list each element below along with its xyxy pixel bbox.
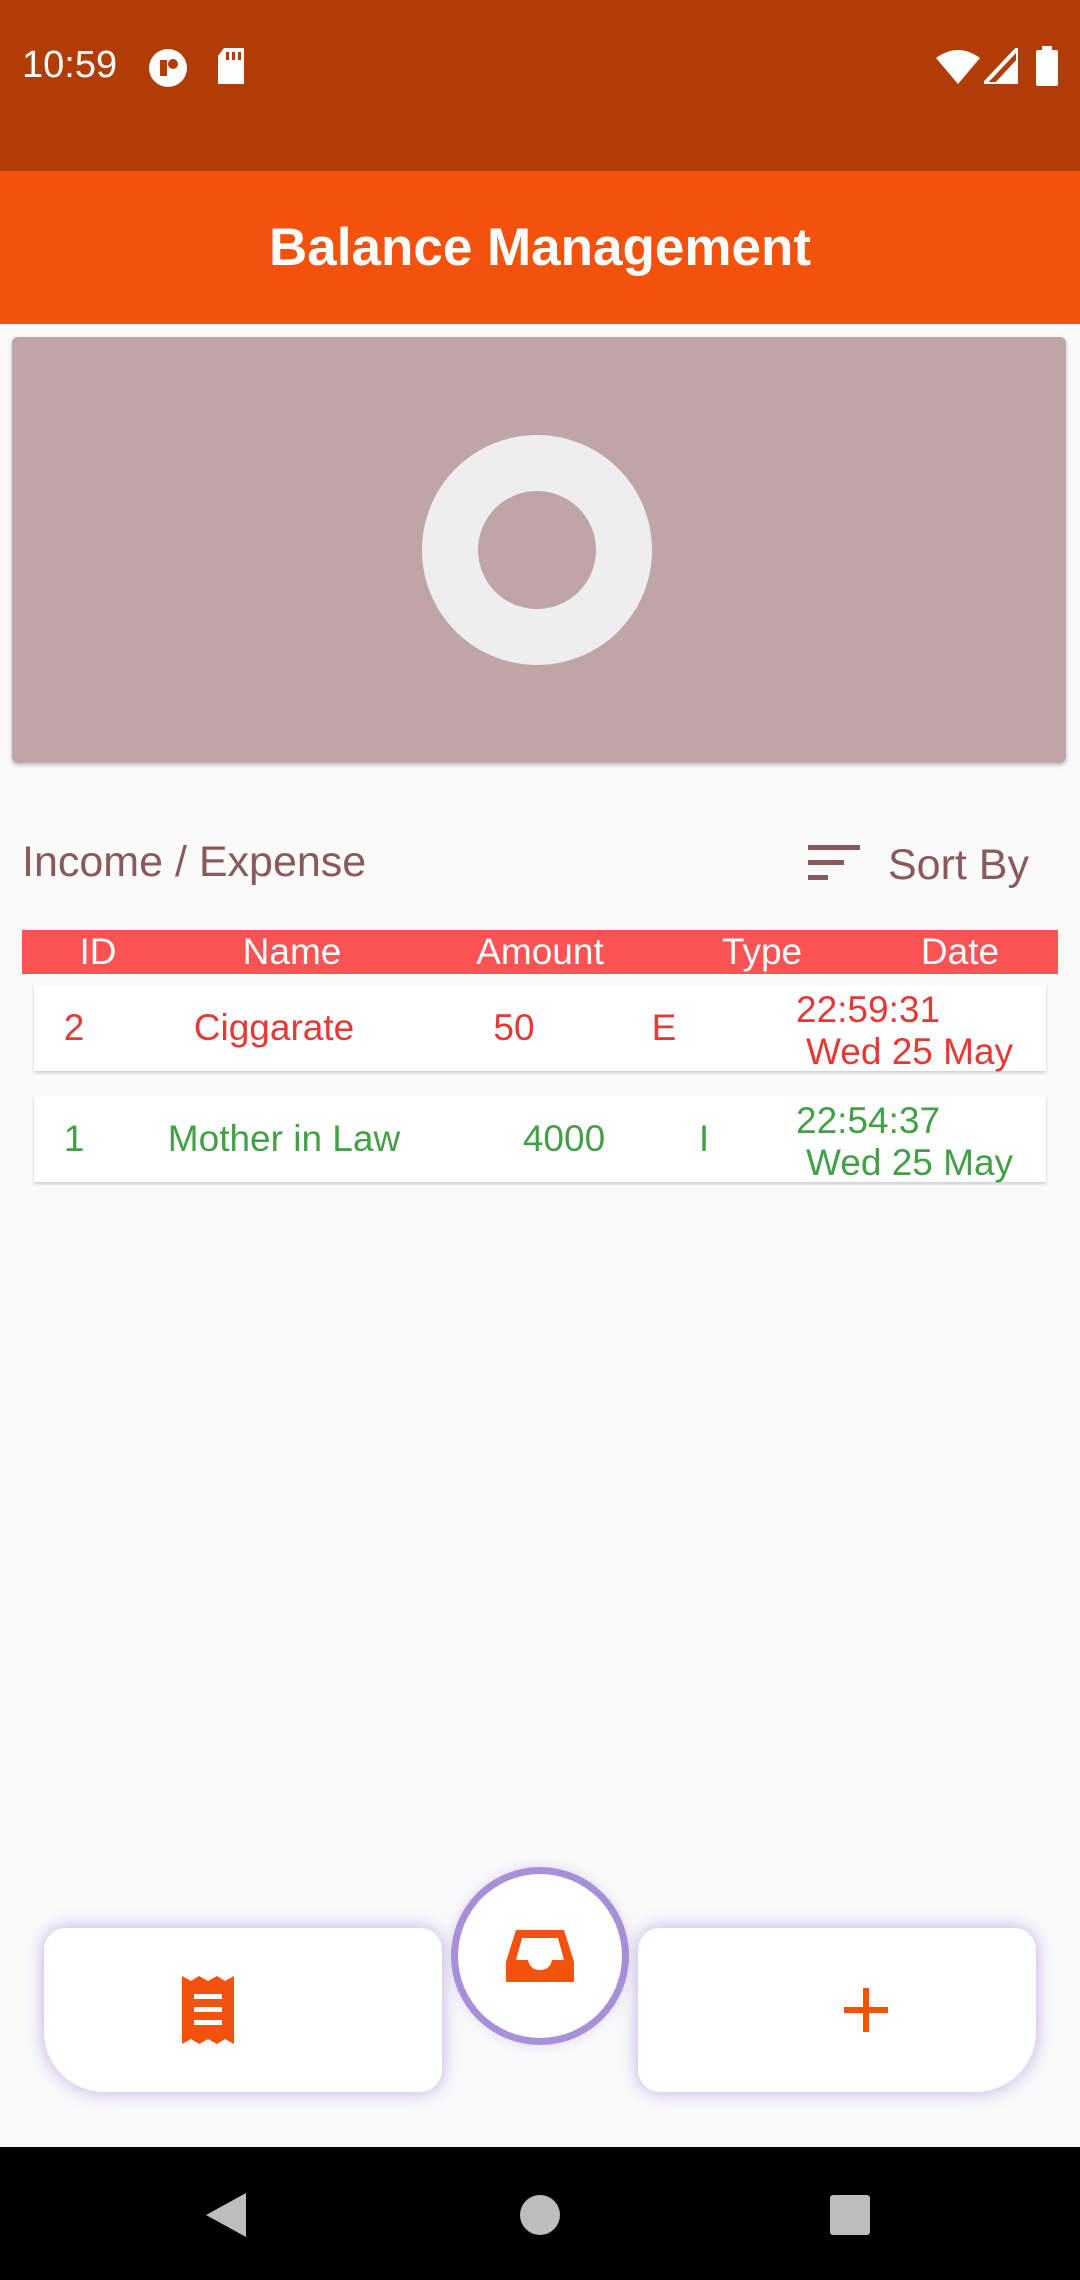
row-name: Ciggarate [193, 1007, 355, 1048]
row-amount: 4000 [522, 1118, 606, 1159]
home-icon[interactable] [520, 2195, 560, 2240]
row-type: E [651, 1007, 677, 1048]
sort-icon [808, 844, 860, 886]
row-type: I [698, 1118, 710, 1159]
row-date: 22:54:37 Wed 25 May [796, 1100, 1013, 1184]
sort-by-button[interactable]: Sort By [808, 835, 1048, 895]
inbox-button[interactable] [458, 1874, 622, 2038]
sd-card-icon [216, 48, 246, 89]
system-nav-bar [0, 2147, 1080, 2280]
column-header-date: Date [920, 931, 1000, 972]
column-header-type: Type [721, 931, 803, 972]
nav-right-panel [638, 1928, 1036, 2092]
row-id: 1 [63, 1118, 85, 1159]
donut-ring [422, 435, 652, 665]
row-date-text: Wed 25 May [806, 1031, 1014, 1072]
table-header: ID Name Amount Type Date [22, 930, 1058, 974]
table-row[interactable]: 2 Ciggarate 50 E 22:59:31 Wed 25 May [34, 985, 1046, 1073]
status-time: 10:59 [22, 44, 118, 86]
row-time-text: 22:59:31 [796, 989, 941, 1030]
nav-left-panel [44, 1928, 442, 2092]
status-bar: 10:59 [0, 0, 1080, 171]
row-time-text: 22:54:37 [796, 1100, 941, 1141]
chart-card [12, 337, 1066, 763]
row-name: Mother in Law [167, 1118, 401, 1159]
recents-icon[interactable] [830, 2195, 870, 2240]
battery-icon [1036, 46, 1058, 91]
add-icon[interactable] [844, 1988, 888, 2037]
notification-app-icon [148, 48, 188, 93]
row-date: 22:59:31 Wed 25 May [796, 989, 1013, 1073]
app-bar: Balance Management [0, 171, 1080, 324]
row-amount: 50 [493, 1007, 535, 1048]
section-label: Income / Expense [22, 838, 367, 886]
table-row[interactable]: 1 Mother in Law 4000 I 22:54:37 Wed 25 M… [34, 1096, 1046, 1184]
column-header-amount: Amount [476, 931, 604, 972]
column-header-id: ID [79, 931, 117, 972]
row-id: 2 [63, 1007, 85, 1048]
row-date-text: Wed 25 May [806, 1142, 1014, 1183]
donut-chart [422, 435, 652, 665]
bottom-nav [44, 1874, 1036, 2092]
inbox-icon [506, 1930, 574, 1987]
sort-by-label: Sort By [888, 840, 1029, 889]
column-header-name: Name [242, 931, 342, 972]
wifi-icon [936, 50, 980, 89]
receipt-icon[interactable] [182, 1976, 234, 2049]
signal-icon [979, 42, 1020, 89]
back-icon[interactable] [206, 2193, 246, 2242]
page-title: Balance Management [269, 218, 811, 277]
